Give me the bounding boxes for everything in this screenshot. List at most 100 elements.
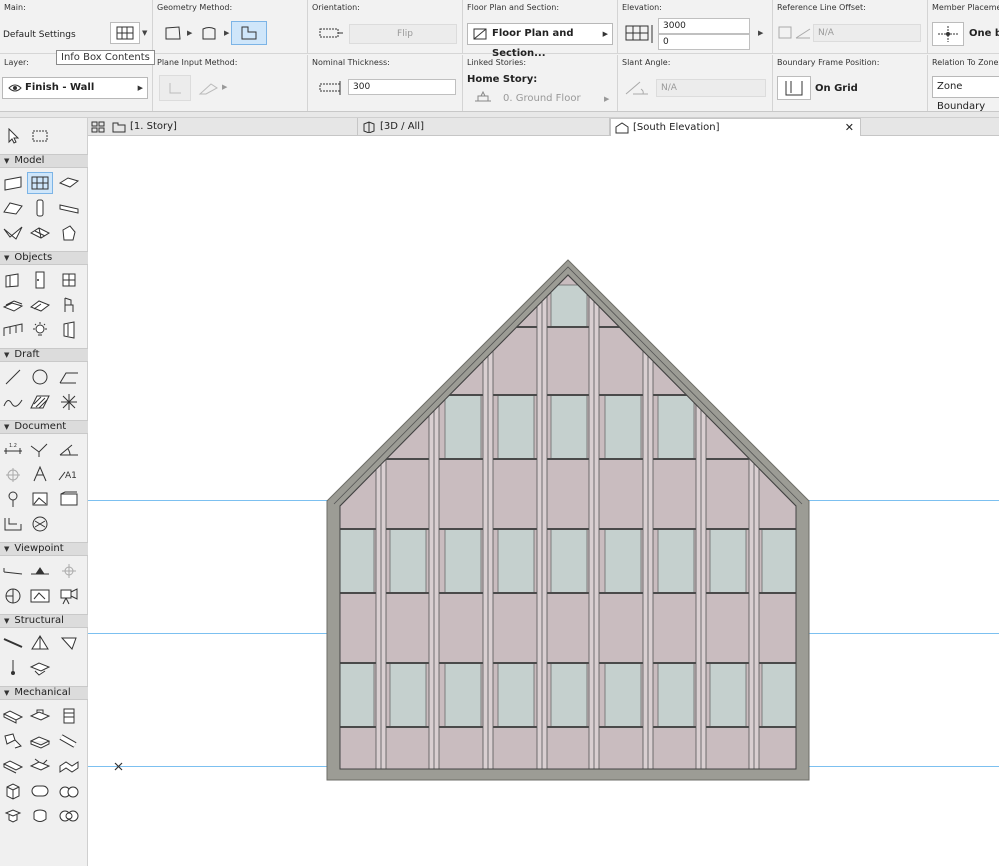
morph-tool[interactable]: [56, 222, 82, 244]
group-model[interactable]: ▼ Model: [0, 154, 88, 168]
opening-tool[interactable]: [56, 319, 82, 341]
hotspot-tool[interactable]: [56, 391, 82, 413]
detail-tool[interactable]: [27, 585, 53, 607]
home-story-value[interactable]: 0. Ground Floor: [503, 93, 581, 104]
lamp-tool[interactable]: [27, 319, 53, 341]
geometry-polyline-button[interactable]: [231, 21, 267, 45]
thickness-input[interactable]: 300: [348, 79, 456, 95]
camera-tool[interactable]: [56, 585, 82, 607]
geometry-straight-button[interactable]: [159, 22, 187, 44]
group-document[interactable]: ▼ Document: [0, 420, 88, 434]
fitting-tool[interactable]: [56, 805, 82, 827]
object-tool[interactable]: [56, 294, 82, 316]
change-tool[interactable]: [0, 513, 26, 535]
stair-icon: [2, 300, 24, 312]
drawing-canvas[interactable]: [88, 137, 999, 866]
group-viewpoint[interactable]: ▼ Viewpoint: [0, 542, 88, 556]
layer-dropdown[interactable]: Finish - Wall ▶: [2, 77, 148, 99]
duct-branch-tool[interactable]: [0, 755, 26, 777]
tab-story[interactable]: [1. Story]: [108, 118, 358, 136]
structural-surface-tool[interactable]: [27, 632, 53, 654]
orientation-section: Orientation: Flip: [308, 0, 463, 53]
geometry-curved-button[interactable]: [195, 22, 223, 44]
slab-tool[interactable]: [56, 172, 82, 194]
shell-tool[interactable]: [0, 222, 26, 244]
spline-tool[interactable]: [0, 391, 26, 413]
grid-tool[interactable]: [27, 513, 53, 535]
pipe-tool[interactable]: [56, 730, 82, 752]
arc-tool[interactable]: [27, 366, 53, 388]
thickness-title: Nominal Thickness:: [312, 58, 390, 67]
group-draft[interactable]: ▼ Draft: [0, 348, 88, 362]
dimension-tool[interactable]: 1.2: [0, 438, 26, 460]
chevron-right-icon[interactable]: ▶: [758, 29, 763, 37]
figure-tool[interactable]: [27, 488, 53, 510]
duct-cross-tool[interactable]: [56, 755, 82, 777]
grid-view-icon[interactable]: [91, 121, 105, 133]
flexible-duct-tool[interactable]: [27, 780, 53, 802]
refline-offset-input[interactable]: N/A: [813, 24, 921, 42]
grid-element-icon: [32, 516, 48, 532]
skylight-tool[interactable]: [56, 269, 82, 291]
duct-segment-tool[interactable]: [0, 705, 26, 727]
close-icon[interactable]: ✕: [845, 119, 854, 137]
structural-load-tool[interactable]: [56, 632, 82, 654]
settings-picker-button[interactable]: [110, 22, 140, 44]
interior-elevation-tool[interactable]: [56, 560, 82, 582]
stair-tool[interactable]: [0, 294, 26, 316]
section-tool[interactable]: [0, 560, 26, 582]
structural-member-tool[interactable]: [0, 632, 26, 654]
polyline-tool[interactable]: [56, 366, 82, 388]
tab-3d[interactable]: [3D / All]: [358, 118, 610, 136]
inline-tool[interactable]: [0, 805, 26, 827]
beam-tool[interactable]: [56, 197, 82, 219]
equipment-tool[interactable]: [0, 780, 26, 802]
label-tool[interactable]: A1: [56, 463, 82, 485]
group-structural[interactable]: ▼ Structural: [0, 614, 88, 628]
roof-tool[interactable]: [0, 197, 26, 219]
curtain-wall-tool[interactable]: [27, 172, 53, 194]
slant-angle-input[interactable]: N/A: [656, 79, 766, 97]
door-tool[interactable]: [0, 269, 26, 291]
elevation-dimension-tool[interactable]: [0, 463, 26, 485]
fill-tool[interactable]: [27, 391, 53, 413]
arrow-tool[interactable]: [0, 125, 26, 147]
elevation-bottom-input[interactable]: 0: [658, 34, 750, 50]
elevation-top-input[interactable]: 3000: [658, 18, 750, 34]
railing-tool[interactable]: [27, 294, 53, 316]
worksheet-icon: [5, 588, 21, 604]
duct-transition-tool[interactable]: [0, 730, 26, 752]
group-mechanical[interactable]: ▼ Mechanical: [0, 686, 88, 700]
flip-button[interactable]: Flip: [349, 24, 457, 44]
worksheet-tool[interactable]: [0, 585, 26, 607]
duct-elbow-tool[interactable]: [27, 730, 53, 752]
duct-terminal-tool[interactable]: [56, 705, 82, 727]
text-tool[interactable]: [27, 463, 53, 485]
angle-dimension-tool[interactable]: [56, 438, 82, 460]
duct-wye-tool[interactable]: [27, 755, 53, 777]
accessory-tool[interactable]: [27, 805, 53, 827]
tab-south-elevation[interactable]: [South Elevation] ✕: [610, 118, 861, 136]
boundary-frame-button[interactable]: [777, 76, 811, 100]
column-tool[interactable]: [27, 197, 53, 219]
duct-tee-tool[interactable]: [27, 705, 53, 727]
mesh-tool[interactable]: [27, 222, 53, 244]
zone-tool[interactable]: [0, 319, 26, 341]
group-objects[interactable]: ▼ Objects: [0, 251, 88, 265]
dropdown-arrow-icon[interactable]: ▼: [142, 29, 147, 37]
zones-dropdown[interactable]: Zone Boundary: [932, 76, 999, 112]
surface-support-tool[interactable]: [27, 657, 53, 679]
level-dimension-tool[interactable]: [27, 438, 53, 460]
member-placement-button[interactable]: [932, 22, 964, 46]
line-tool[interactable]: [0, 366, 26, 388]
point-support-tool[interactable]: [0, 657, 26, 679]
marquee-tool[interactable]: [27, 125, 53, 147]
window-tool[interactable]: [27, 269, 53, 291]
floorplan-dropdown[interactable]: Floor Plan and Section... ▶: [467, 23, 613, 59]
take-off-tool[interactable]: [56, 780, 82, 802]
marker-tool[interactable]: [0, 488, 26, 510]
elevation-tool[interactable]: [27, 560, 53, 582]
plane-vertical-button[interactable]: [159, 75, 191, 101]
drawing-tool[interactable]: [56, 488, 82, 510]
wall-tool[interactable]: [0, 172, 26, 194]
